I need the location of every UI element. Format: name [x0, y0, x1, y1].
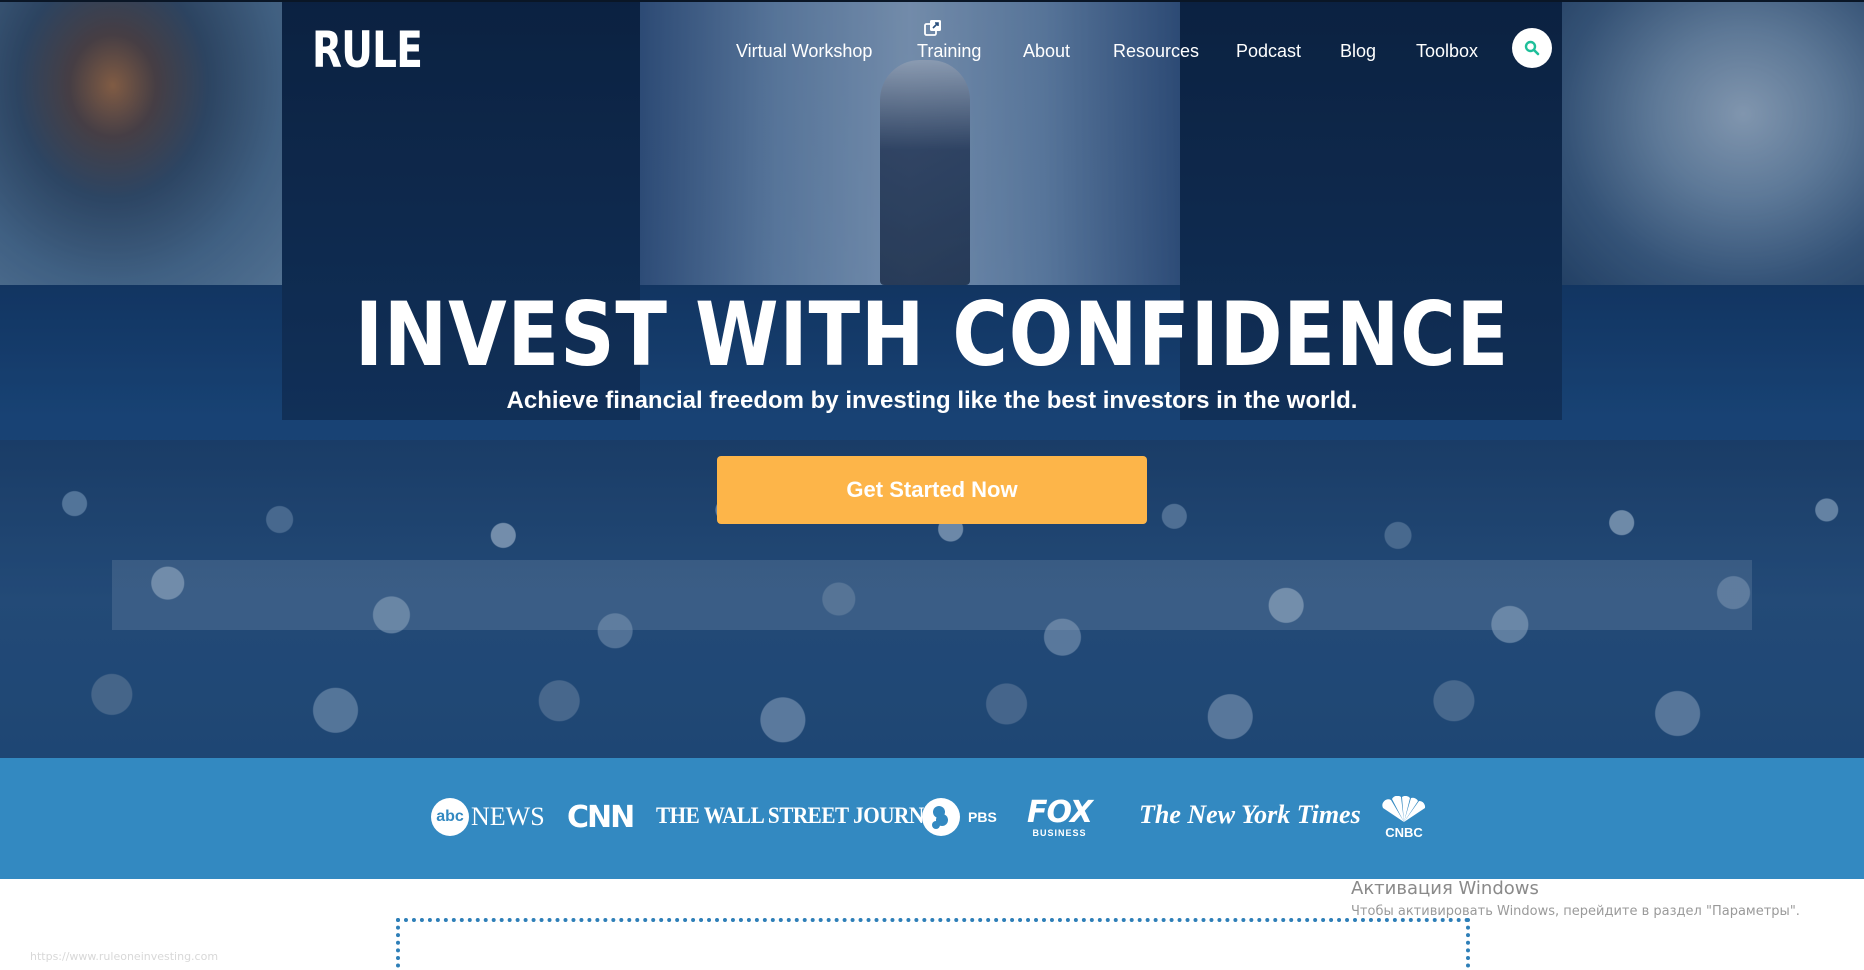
- cnbc-text: CNBC: [1385, 825, 1423, 840]
- cnn-text: CNN: [567, 800, 635, 835]
- top-edge: [0, 0, 1864, 2]
- fox-business-logo: FOX BUSINESS: [1027, 795, 1093, 838]
- wsj-text: THE WALL STREET JOURNAL.: [656, 803, 957, 828]
- nav-podcast[interactable]: Podcast: [1236, 40, 1301, 62]
- pbs-circle-icon: [922, 798, 960, 836]
- nyt-logo: The New York Times: [1139, 800, 1361, 830]
- hero-subtitle: Achieve financial freedom by investing l…: [506, 387, 1358, 414]
- abc-news-logo: abc NEWS: [431, 798, 545, 836]
- search-icon: [1524, 40, 1540, 56]
- nav-resources[interactable]: Resources: [1113, 40, 1199, 62]
- cnn-logo: CNN: [567, 800, 635, 835]
- get-started-button[interactable]: Get Started Now: [717, 456, 1147, 524]
- pbs-logo: PBS: [922, 798, 997, 836]
- search-button[interactable]: [1512, 28, 1552, 68]
- status-bar-url: https://www.ruleoneinvesting.com: [30, 950, 219, 963]
- nyt-text: The New York Times: [1139, 800, 1361, 829]
- windows-activation-subtitle: Чтобы активировать Windows, перейдите в …: [1351, 904, 1800, 919]
- hero-section: RULE Virtual Workshop Training About Res…: [0, 0, 1864, 758]
- content-placeholder-box: [396, 918, 1470, 970]
- cnbc-peacock-icon: [1382, 796, 1426, 822]
- hero-title: INVEST WITH CONFIDENCE: [354, 283, 1510, 386]
- nav-training[interactable]: Training: [917, 40, 981, 62]
- fox-text: FOX: [1027, 795, 1093, 830]
- as-seen-on-bar: abc NEWS CNN THE WALL STREET JOURNAL. PB…: [0, 758, 1864, 879]
- nav-blog[interactable]: Blog: [1340, 40, 1376, 62]
- cnbc-logo: CNBC: [1377, 796, 1431, 839]
- nav-toolbox[interactable]: Toolbox: [1416, 40, 1478, 62]
- abc-news-text: NEWS: [471, 802, 545, 831]
- abc-circle: abc: [431, 798, 469, 836]
- fox-business-text: BUSINESS: [1032, 828, 1087, 838]
- nav-about[interactable]: About: [1023, 40, 1070, 62]
- pbs-text: PBS: [968, 809, 997, 825]
- main-nav: Virtual Workshop Training About Resource…: [0, 40, 1864, 62]
- windows-activation-title: Активация Windows: [1351, 878, 1539, 899]
- nav-virtual-workshop[interactable]: Virtual Workshop: [736, 40, 872, 62]
- external-window-icon: [924, 20, 941, 36]
